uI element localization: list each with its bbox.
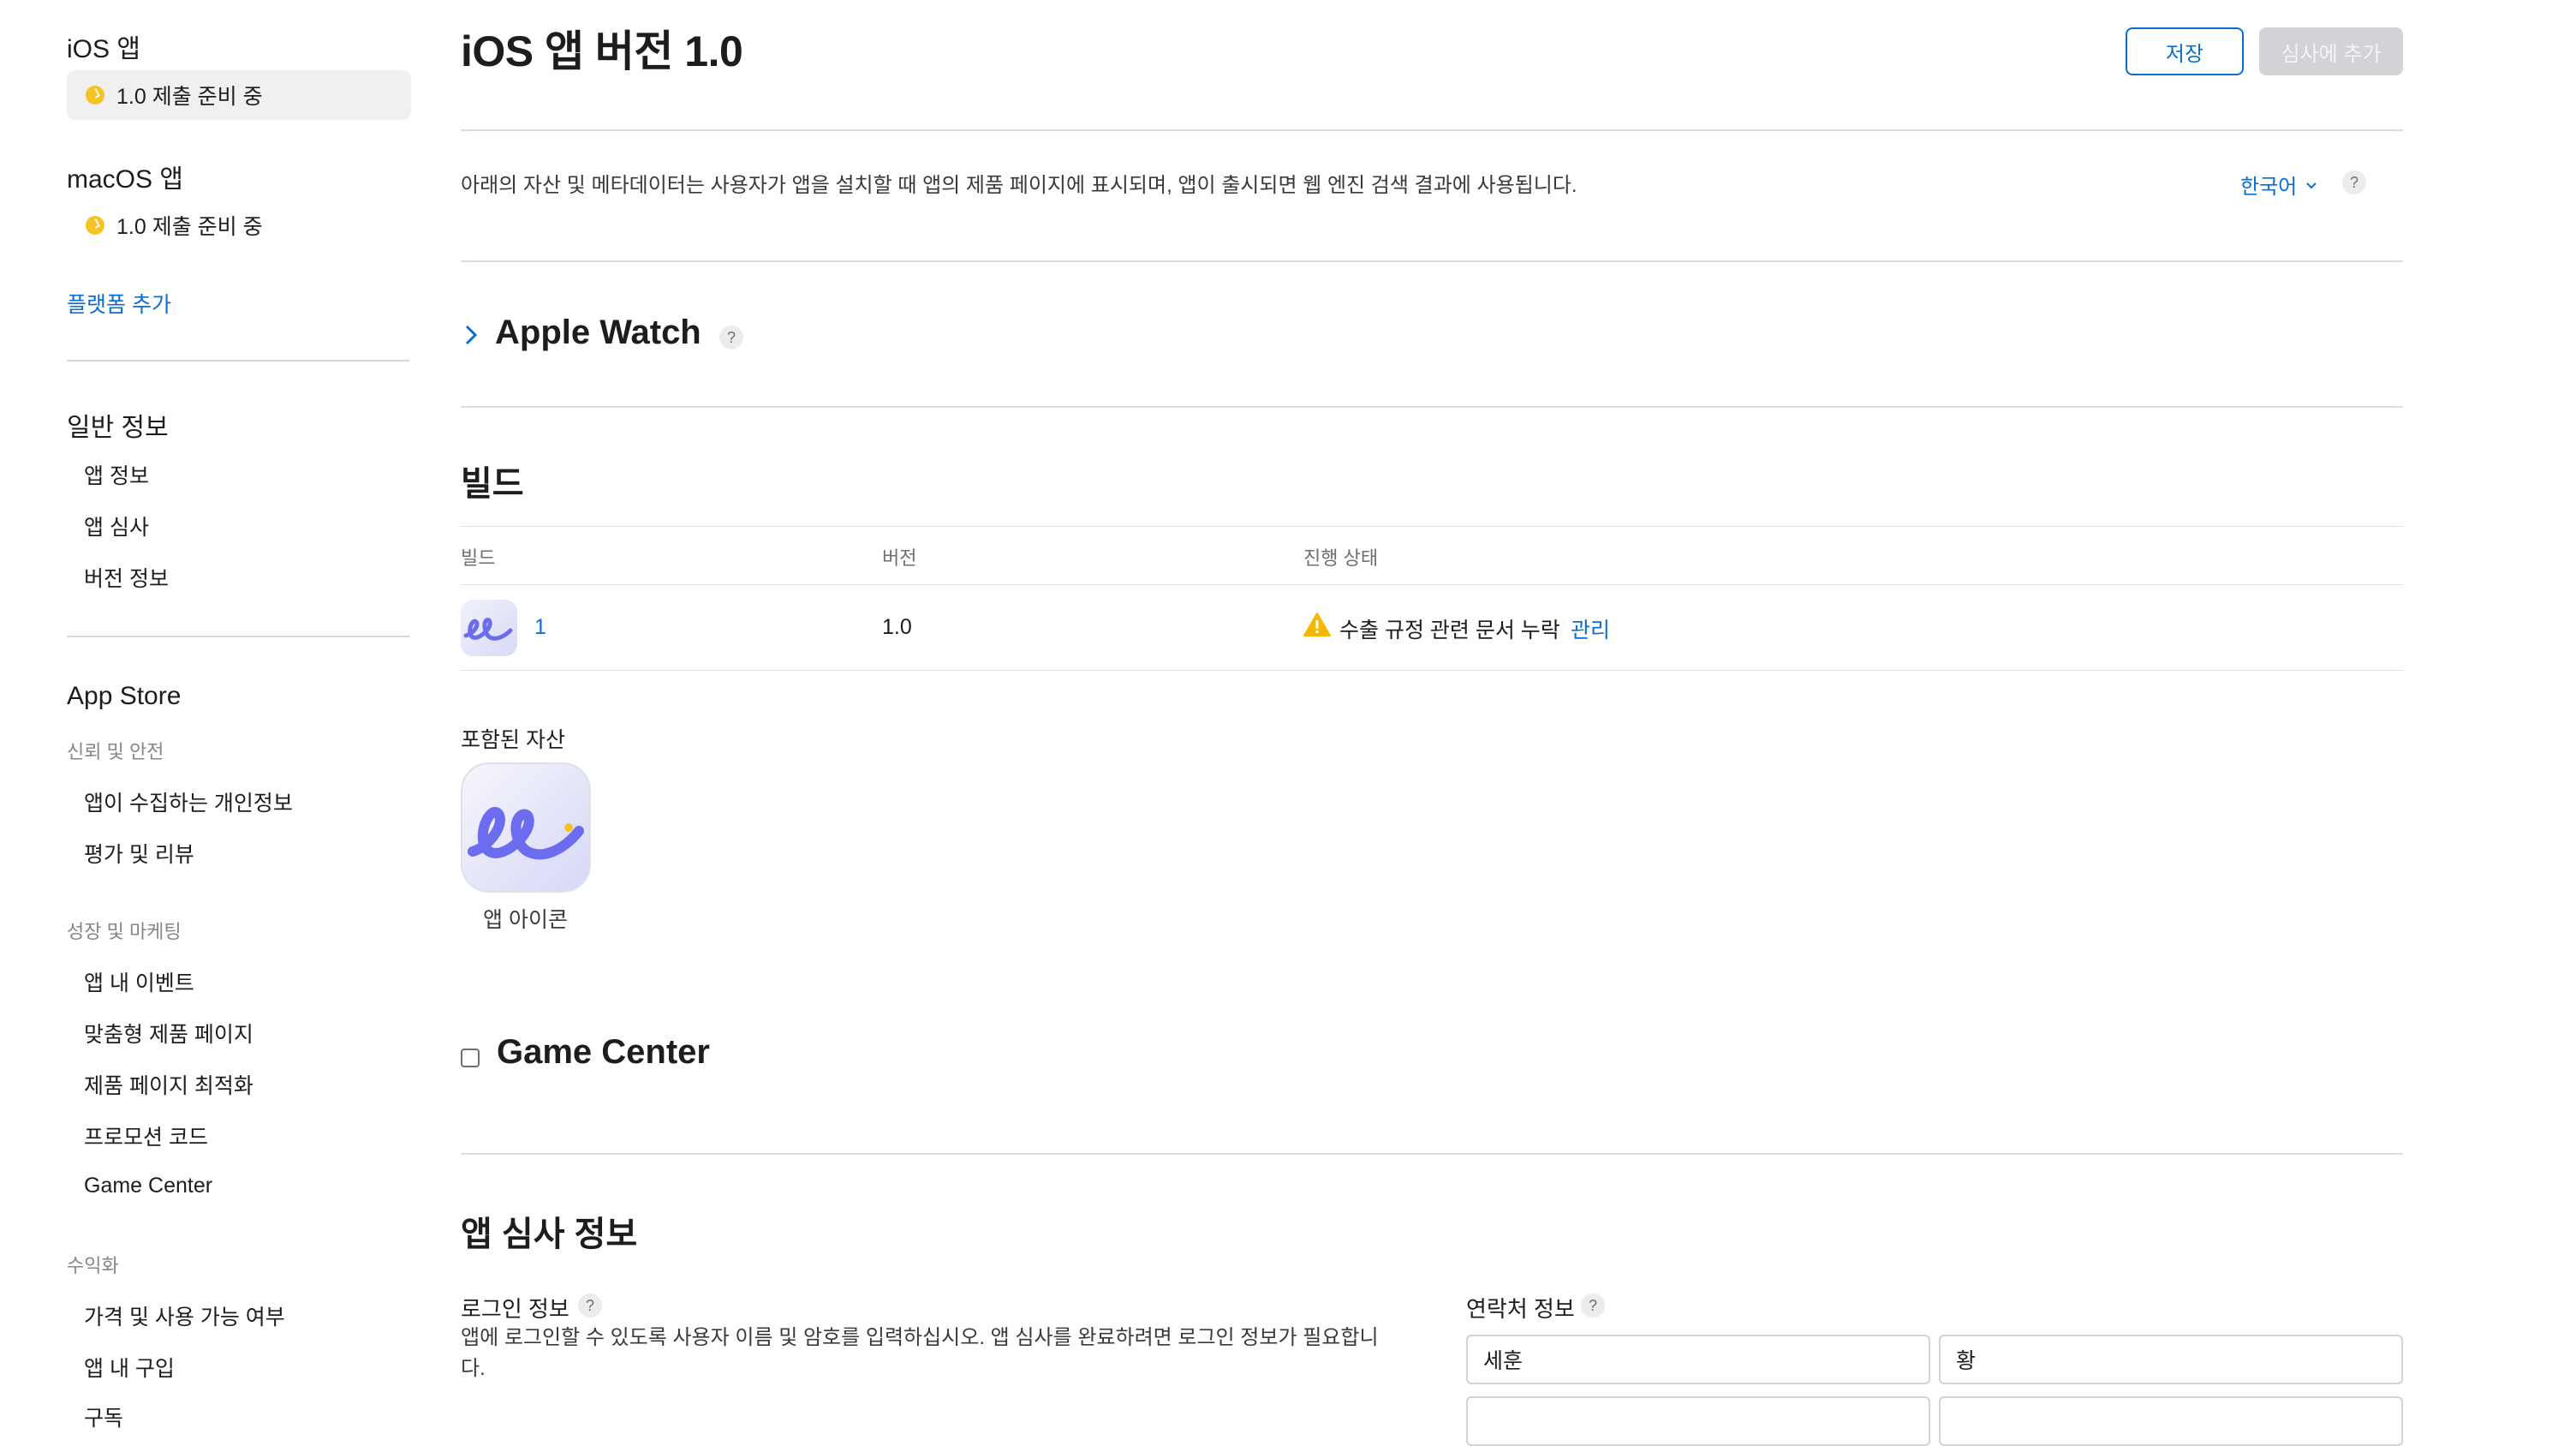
sidebar-item-ios-version[interactable]: 1.0 제출 준비 중 (67, 70, 411, 120)
sidebar-item-custom-product-pages[interactable]: 맞춤형 제품 페이지 (84, 1018, 253, 1049)
page-title: iOS 앱 버전 1.0 (461, 27, 743, 75)
login-info-hint: 앱에 로그인할 수 있도록 사용자 이름 및 암호를 입력하십시오. 앱 심사를… (461, 1326, 1379, 1380)
sidebar-divider (67, 360, 409, 362)
monetization-label: 수익화 (67, 1255, 119, 1276)
email-field[interactable] (1939, 1396, 2403, 1446)
column-header-status: 진행 상태 (1303, 547, 1379, 569)
table-top-border (461, 526, 2403, 527)
platform-ios-heading: iOS 앱 (67, 35, 140, 63)
chevron-right-icon[interactable] (461, 322, 481, 348)
sidebar-item-ratings-reviews[interactable]: 평가 및 리뷰 (84, 838, 194, 869)
help-icon[interactable]: ? (719, 326, 743, 350)
game-center-title: Game Center (497, 1033, 710, 1071)
add-platform-link[interactable]: 플랫폼 추가 (67, 288, 171, 319)
column-header-version: 버전 (882, 547, 917, 569)
build-status: 수출 규정 관련 문서 누락 (1339, 618, 1560, 642)
sidebar-item-subscriptions[interactable]: 구독 (84, 1401, 123, 1432)
warning-icon (1303, 612, 1331, 636)
header-divider (461, 129, 2403, 131)
build-version: 1.0 (882, 615, 912, 639)
table-header-border (461, 584, 2403, 585)
add-for-review-button[interactable]: 심사에 추가 (2259, 27, 2403, 75)
trust-safety-label: 신뢰 및 안전 (67, 741, 164, 762)
chevron-down-icon (2306, 182, 2317, 188)
sidebar-item-in-app-purchases[interactable]: 앱 내 구입 (84, 1352, 175, 1383)
sidebar-item-version-info[interactable]: 버전 정보 (84, 562, 169, 593)
save-button[interactable]: 저장 (2126, 27, 2244, 75)
intro-description: 아래의 자산 및 메타데이터는 사용자가 앱을 설치할 때 앱의 제품 페이지에… (461, 174, 1577, 197)
apple-watch-title[interactable]: Apple Watch (495, 314, 701, 352)
growth-marketing-label: 성장 및 마케팅 (67, 921, 182, 942)
sidebar-item-app-review[interactable]: 앱 심사 (84, 511, 149, 541)
sidebar-item-in-app-events[interactable]: 앱 내 이벤트 (84, 966, 194, 997)
help-icon[interactable]: ? (2342, 170, 2366, 194)
game-center-checkbox[interactable] (461, 1049, 480, 1067)
included-assets-label: 포함된 자산 (461, 728, 565, 752)
app-icon-label: 앱 아이콘 (483, 908, 568, 932)
first-name-field[interactable]: 세훈 (1466, 1335, 1930, 1384)
section-divider (461, 406, 2403, 408)
ios-version-status: 1.0 제출 준비 중 (116, 85, 263, 109)
platform-macos-heading: macOS 앱 (67, 165, 183, 194)
build-section-title: 빌드 (461, 465, 524, 503)
sidebar-item-pricing[interactable]: 가격 및 사용 가능 여부 (84, 1300, 285, 1331)
table-bottom-border (461, 670, 2403, 671)
language-selector[interactable]: 한국어 (2240, 170, 2319, 200)
contact-info-label: 연락처 정보 (1466, 1296, 1575, 1322)
manage-link[interactable]: 관리 (1571, 613, 1610, 644)
app-review-section-title: 앱 심사 정보 (461, 1216, 638, 1253)
phone-field[interactable] (1466, 1396, 1930, 1446)
general-info-heading: 일반 정보 (67, 414, 169, 442)
sidebar-item-app-privacy[interactable]: 앱이 수집하는 개인정보 (84, 786, 293, 817)
status-pending-icon (86, 216, 104, 235)
app-store-heading: App Store (67, 682, 182, 710)
last-name-field[interactable]: 황 (1939, 1335, 2403, 1384)
section-divider (461, 260, 2403, 262)
app-icon-image[interactable] (461, 762, 591, 893)
status-pending-icon (86, 86, 104, 105)
help-icon[interactable]: ? (578, 1294, 602, 1318)
app-icon-thumbnail[interactable] (461, 600, 517, 656)
column-header-build: 빌드 (461, 547, 496, 569)
macos-version-status: 1.0 제출 준비 중 (116, 215, 263, 239)
help-icon[interactable]: ? (1581, 1294, 1605, 1318)
build-number-link[interactable]: 1 (534, 615, 546, 640)
sidebar-item-promo-codes[interactable]: 프로모션 코드 (84, 1120, 208, 1151)
login-info-label: 로그인 정보 (461, 1296, 569, 1322)
section-divider (461, 1153, 2403, 1155)
sidebar-item-product-page-optimization[interactable]: 제품 페이지 최적화 (84, 1069, 253, 1100)
sidebar-item-game-center[interactable]: Game Center (84, 1174, 212, 1198)
sidebar-item-app-info[interactable]: 앱 정보 (84, 459, 149, 490)
language-label: 한국어 (2240, 176, 2298, 199)
sidebar-item-macos-version[interactable]: 1.0 제출 준비 중 (67, 200, 411, 250)
sidebar-divider (67, 636, 409, 637)
